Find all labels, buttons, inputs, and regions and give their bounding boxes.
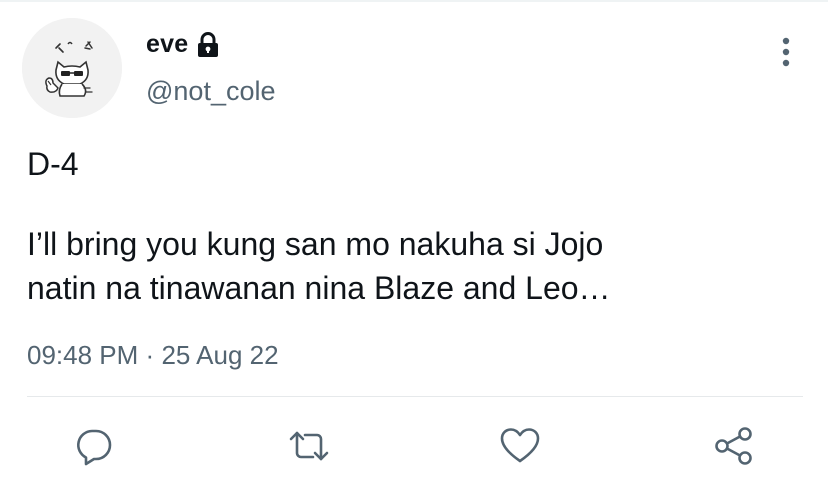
tweet-body-line-2: natin na tinawanan nina Blaze and Leo… — [27, 270, 611, 306]
retweet-button[interactable] — [287, 424, 331, 468]
user-handle[interactable]: @not_cole — [146, 76, 276, 107]
tweet-text-body: I’ll bring you kung san mo nakuha si Joj… — [27, 222, 797, 310]
reply-button[interactable] — [72, 424, 116, 468]
tweet-time: 09:48 PM — [27, 340, 139, 370]
timestamp-separator: · — [145, 340, 155, 370]
share-icon — [715, 427, 752, 465]
user-name-row: eve — [146, 30, 220, 59]
actions-divider — [27, 396, 803, 397]
avatar-cat-sketch-icon — [22, 18, 122, 118]
lock-icon — [196, 31, 220, 58]
retweet-icon — [289, 431, 329, 461]
like-button[interactable] — [498, 424, 542, 468]
tweet-text-line: D-4 — [27, 146, 79, 182]
share-button[interactable] — [712, 424, 756, 468]
avatar[interactable] — [22, 18, 122, 118]
display-name[interactable]: eve — [146, 30, 188, 59]
tweet-date: 25 Aug 22 — [161, 340, 279, 370]
heart-icon — [500, 428, 540, 463]
reply-icon — [77, 429, 112, 466]
top-divider — [0, 0, 828, 2]
more-vertical-icon — [782, 37, 790, 67]
tweet-timestamp[interactable]: 09:48 PM · 25 Aug 22 — [27, 340, 279, 371]
tweet-body-line-1: I’ll bring you kung san mo nakuha si Joj… — [27, 226, 604, 262]
more-options-button[interactable] — [770, 32, 802, 72]
